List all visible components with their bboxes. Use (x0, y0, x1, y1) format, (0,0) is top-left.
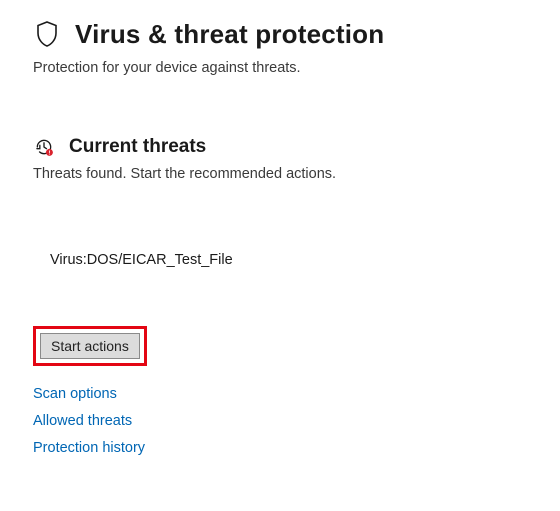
threat-item: Virus:DOS/EICAR_Test_File (50, 252, 530, 268)
current-threats-section: ! Current threats Threats found. Start t… (33, 136, 530, 456)
section-title: Current threats (69, 136, 206, 158)
start-actions-button[interactable]: Start actions (40, 333, 140, 359)
shield-icon (33, 18, 61, 50)
section-subtitle: Threats found. Start the recommended act… (33, 166, 530, 182)
svg-text:!: ! (48, 151, 50, 157)
allowed-threats-link[interactable]: Allowed threats (33, 413, 132, 429)
scan-options-link[interactable]: Scan options (33, 386, 117, 402)
page-subtitle: Protection for your device against threa… (33, 60, 530, 76)
page-title: Virus & threat protection (75, 19, 384, 50)
quick-links: Scan options Allowed threats Protection … (33, 386, 530, 456)
start-actions-highlight: Start actions (33, 326, 147, 366)
section-title-row: ! Current threats (33, 136, 530, 158)
protection-history-link[interactable]: Protection history (33, 440, 145, 456)
page-title-row: Virus & threat protection (33, 18, 530, 50)
history-alert-icon: ! (33, 136, 55, 158)
